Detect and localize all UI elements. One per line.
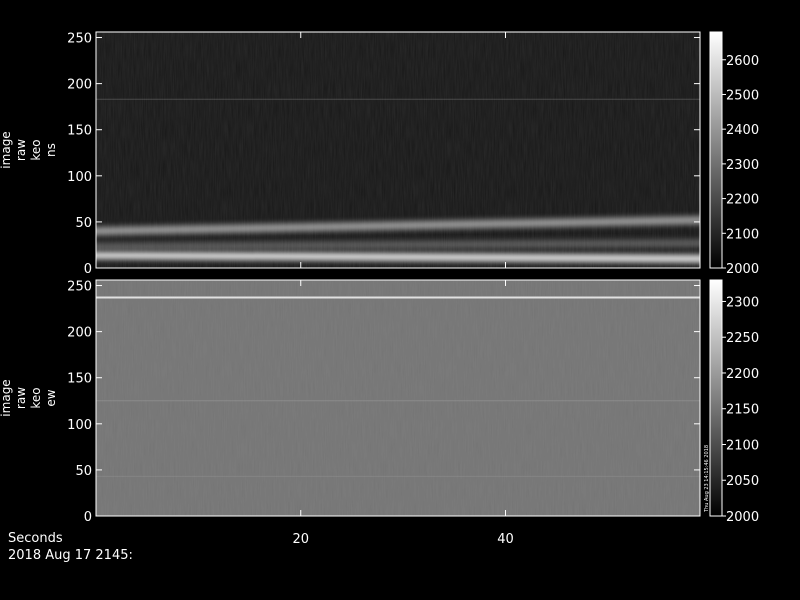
colorbar-tick-label: 2100	[726, 438, 759, 453]
y-axis-label: keo	[29, 139, 43, 160]
y-axis-label: image	[0, 131, 13, 168]
heatmap-texture	[96, 280, 700, 516]
y-tick-label: 100	[67, 170, 92, 185]
y-tick-label: 0	[84, 262, 92, 277]
y-tick-label: 250	[67, 280, 92, 295]
x-tick-label: 40	[497, 532, 514, 547]
panel-1: 0 50 100 150 200 250 image raw keo ns 2000 2100 2200…	[0, 31, 759, 277]
colorbar-tick-label: 2250	[726, 331, 759, 346]
heatmap-texture	[96, 32, 700, 268]
colorbar-tick-label: 2500	[726, 88, 759, 103]
y-axis-label: raw	[14, 387, 28, 409]
x-axis-label: Seconds	[8, 531, 63, 546]
colorbar-tick-label: 2000	[726, 262, 759, 277]
colorbar	[710, 280, 722, 516]
colorbar-tick-label: 2000	[726, 510, 759, 525]
colorbar-tick-label: 2050	[726, 474, 759, 489]
colorbar-note: Thu Aug 23 14:15:46 2018	[704, 445, 710, 513]
colorbar-tick-label: 2100	[726, 227, 759, 242]
colorbar-tick-label: 2600	[726, 54, 759, 69]
y-tick-label: 250	[67, 32, 92, 47]
colorbar-tick-label: 2150	[726, 403, 759, 418]
colorbar-tick-label: 2200	[726, 367, 759, 382]
y-tick-label: 200	[67, 326, 92, 341]
colorbar-tick-label: 2300	[726, 158, 759, 173]
y-tick-label: 100	[67, 418, 92, 433]
y-tick-label: 50	[75, 216, 92, 231]
panel-2: 0 50 100 150 200 250 20 40 image raw keo ew 2000 2050…	[0, 279, 759, 547]
y-tick-label: 200	[67, 78, 92, 93]
y-axis-label: raw	[14, 139, 28, 161]
colorbar-tick-label: 2400	[726, 123, 759, 138]
keogram-figure: 050100150200250image raw keo ns200021002200…	[0, 31, 759, 547]
y-axis-label: ew	[44, 389, 58, 406]
x-tick-label: 20	[292, 532, 309, 547]
timestamp: 2018 Aug 17 2145:	[8, 548, 133, 563]
colorbar	[710, 32, 722, 268]
colorbar-tick-label: 2300	[726, 295, 759, 310]
y-tick-label: 50	[75, 464, 92, 479]
colorbar-tick-label: 2200	[726, 193, 759, 208]
y-axis-label: image	[0, 379, 13, 416]
y-axis-label: keo	[29, 387, 43, 408]
y-axis-label: ns	[44, 143, 58, 157]
y-tick-label: 0	[84, 510, 92, 525]
y-tick-label: 150	[67, 372, 92, 387]
y-tick-label: 150	[67, 124, 92, 139]
